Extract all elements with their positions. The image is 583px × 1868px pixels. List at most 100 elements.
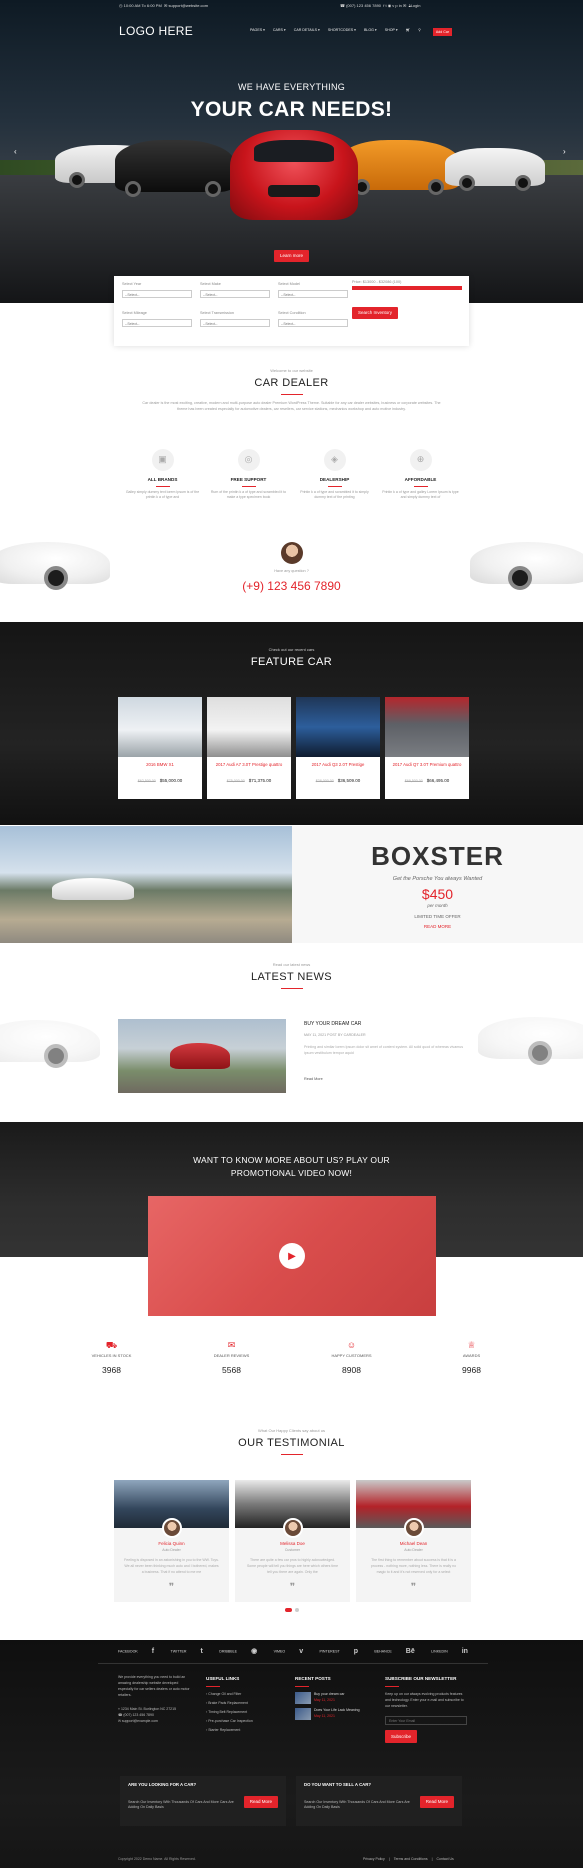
topbar-left: ◷ 10:00 AM To 6:00 PM ✉ support@website.… [119, 3, 208, 8]
nav-item-shortcodes[interactable]: SHORTCODES ▾ [328, 28, 356, 36]
support-phone[interactable]: (+9) 123 456 7890 [0, 579, 583, 595]
search-icon[interactable]: ⚲ [418, 28, 421, 36]
dealer-title: CAR DEALER [254, 377, 329, 390]
recent-post-title[interactable]: Buy your dream car [314, 1692, 345, 1698]
cta-read-more-button[interactable]: Read More [243, 1796, 278, 1808]
testimonial-role: Auto Dealer [162, 1547, 181, 1552]
social-vimeo[interactable]: VIMEO v [274, 1647, 304, 1656]
car-name[interactable]: 2017 Audi A7 3.0T Prestige quattro [207, 762, 291, 774]
terms-link[interactable]: Terms and Conditions [394, 1857, 428, 1862]
search-inventory-button[interactable]: Search Inventory [352, 307, 399, 319]
support-icon: ◎ [237, 449, 260, 471]
recent-post[interactable]: Buy your dream car May 11, 2021 [295, 1691, 375, 1704]
useful-link[interactable]: Brake Pads Replacement [206, 1701, 281, 1707]
dribbble-icon: ◉ [251, 1648, 258, 1655]
search-year-select[interactable]: --Select-- [122, 289, 192, 298]
feature-title: AFFORDABLE [404, 477, 437, 482]
car-old-price: $75,000.00 [226, 779, 245, 783]
vimeo-icon: v [299, 1648, 304, 1655]
learn-more-button[interactable]: Learn more [274, 250, 310, 262]
feature-affordable: ⊕ AFFORDABLE Printin k a of type and galle… [382, 449, 460, 500]
search-transmission-select[interactable]: --Select-- [200, 318, 270, 327]
feature-desc: Rum of the printin k a of type and scram… [210, 489, 287, 500]
add-car-button[interactable]: Add Car [432, 28, 453, 36]
social-facebook[interactable]: FACEBOOK f [118, 1647, 154, 1656]
social-icons-top[interactable]: f t ◉ v p in ✉ [383, 3, 406, 8]
cta-read-more-button[interactable]: Read More [419, 1796, 454, 1808]
feature-desc: Galley simply dummy text lorem Ipsum is … [125, 489, 200, 500]
cart-icon[interactable]: 🛒︎ [406, 28, 411, 36]
search-model-select[interactable]: --Select-- [278, 289, 348, 298]
link-separator: | [431, 1857, 433, 1861]
feature-car-card[interactable]: 2017 Audi Q3 2.0T Prestige $38,000.00 $36,… [296, 697, 380, 799]
social-dribbble[interactable]: DRIBBBLE ◉ [219, 1647, 257, 1656]
facebook-icon: f [151, 1648, 155, 1655]
social-linkedin[interactable]: LINKEDIN in [431, 1647, 468, 1656]
search-mileage-select[interactable]: --Select-- [122, 318, 192, 327]
counter-customers: ☺ HAPPY CUSTOMERS 8908 [317, 1340, 387, 1376]
footer-recent-posts: RECENT POSTS Buy your dream car May 11, 2… [295, 1675, 375, 1724]
slider-prev-icon[interactable]: ‹ [14, 147, 17, 157]
slider-next-icon[interactable]: › [563, 147, 566, 157]
useful-link[interactable]: Pre-purchase Car Inspection [206, 1719, 281, 1725]
news-post-image[interactable] [118, 1019, 286, 1093]
subscribe-button[interactable]: Subscribe [385, 1729, 418, 1744]
recent-post[interactable]: Does Your Life Lack Meaning May 11, 2021 [295, 1707, 375, 1720]
privacy-link[interactable]: Privacy Policy [363, 1857, 385, 1862]
nav-item-shop[interactable]: SHOP ▾ [385, 28, 398, 36]
car-old-price: $62,500.00 [137, 779, 156, 783]
price-range-slider[interactable] [352, 286, 462, 290]
news-post-title[interactable]: BUY YOUR DREAM CAR [304, 1021, 361, 1028]
testimonial-role: Auto Dealer [404, 1547, 423, 1552]
feature-car-card[interactable]: 2016 BMW X1 $62,500.00 $55,000.00 [118, 697, 202, 799]
nav-item-blog[interactable]: BLOG ▾ [364, 28, 377, 36]
useful-link[interactable]: Timing Belt Replacement [206, 1710, 281, 1716]
search-make-select[interactable]: --Select-- [200, 289, 270, 298]
news-white-car-left [0, 1020, 100, 1068]
topbar-email[interactable]: support@website.com [168, 3, 208, 8]
feature-title: ALL BRANDS [147, 477, 178, 482]
nav-item-car-details[interactable]: CAR DETAILS ▾ [294, 28, 320, 36]
carousel-dot[interactable] [295, 1608, 299, 1612]
social-label: FACEBOOK [118, 1649, 138, 1654]
social-behance[interactable]: BEHANCE Bē [374, 1647, 414, 1656]
feature-car-card[interactable]: 2017 Audi A7 3.0T Prestige quattro $75,00… [207, 697, 291, 799]
site-logo[interactable]: LOGO HERE [119, 24, 193, 40]
boxster-price: $450 [421, 885, 454, 902]
carousel-dot[interactable] [285, 1608, 292, 1612]
newsletter-email-input[interactable]: Enter Your Email [385, 1715, 467, 1725]
footer-phone-text[interactable]: (007) 123 456 7890 [123, 1713, 154, 1717]
video-player[interactable]: ▶ [148, 1196, 436, 1316]
social-twitter[interactable]: TWITTER t [171, 1647, 203, 1656]
useful-link[interactable]: Starter Replacement [206, 1728, 281, 1734]
counter-number: 9968 [462, 1364, 481, 1375]
car-name[interactable]: 2017 Audi Q7 3.0T Premium quattro [385, 762, 469, 774]
boxster-read-more[interactable]: READ MORE [292, 924, 583, 930]
topbar-phone[interactable]: (007) 123 456 7890 [346, 3, 381, 8]
news-read-more[interactable]: Read More [304, 1077, 323, 1082]
search-condition-select[interactable]: --Select-- [278, 318, 348, 327]
counter-label: HAPPY CUSTOMERS [331, 1352, 372, 1358]
car-name[interactable]: 2016 BMW X1 [118, 762, 202, 774]
boxster-limited: LIMITED TIME OFFER [414, 913, 461, 919]
car-price: $62,500.00 $55,000.00 [118, 778, 202, 784]
recent-post-title[interactable]: Does Your Life Lack Meaning [314, 1708, 360, 1714]
feature-car-card[interactable]: 2017 Audi Q7 3.0T Premium quattro $69,500… [385, 697, 469, 799]
car-name[interactable]: 2017 Audi Q3 2.0T Prestige [296, 762, 380, 774]
social-pinterest[interactable]: PINTEREST p [320, 1647, 358, 1656]
footer-about-text: We provide everything you need to build … [118, 1675, 190, 1697]
footer-email-text[interactable]: support@example.com [122, 1719, 158, 1723]
play-icon[interactable]: ▶ [279, 1243, 305, 1269]
useful-link[interactable]: Change Oil and Filter [206, 1692, 281, 1698]
counter-vehicles: ⛟ VEHICLES IN STOCK 3968 [77, 1340, 147, 1376]
news-post-meta: MAY 11, 2021 POST BY CARDEALER [304, 1033, 366, 1037]
search-transmission-label: Select Transmission [200, 311, 234, 315]
cta-text: Search Our Inventory With Thousands Of C… [128, 1799, 234, 1810]
nav-item-pages[interactable]: PAGES ▾ [250, 28, 265, 36]
contact-link[interactable]: Contact Us [437, 1857, 454, 1862]
feature-desc: Printin k a of type and scrambled it to … [300, 489, 369, 500]
nav-item-cars[interactable]: CARS ▾ [273, 28, 286, 36]
login-link[interactable]: Login [411, 3, 421, 8]
car-image [207, 697, 291, 757]
quote-icon: ❞ [289, 1582, 296, 1594]
